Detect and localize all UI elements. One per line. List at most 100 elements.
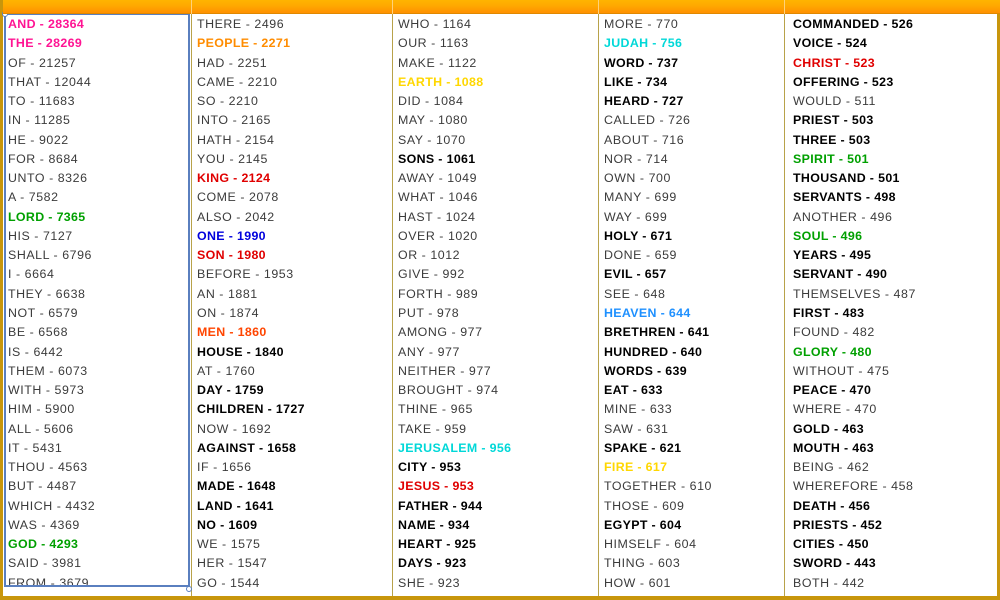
word-entry[interactable]: PUT - 978 bbox=[398, 304, 598, 323]
word-entry[interactable]: TO - 11683 bbox=[8, 92, 191, 111]
word-entry[interactable]: THING - 603 bbox=[604, 554, 784, 573]
column-4[interactable]: MORE - 770 JUDAH - 756 WORD - 737 LIKE - 73… bbox=[599, 14, 785, 596]
word-entry[interactable]: TOOK - 894 bbox=[398, 593, 598, 596]
word-entry[interactable]: THE - 28269 bbox=[8, 34, 191, 53]
word-entry[interactable]: DEATH - 456 bbox=[793, 497, 997, 516]
word-entry[interactable]: IF - 1656 bbox=[197, 458, 392, 477]
word-entry[interactable]: THEM - 6073 bbox=[8, 362, 191, 381]
word-entry[interactable]: NAME - 934 bbox=[398, 516, 598, 535]
word-entry[interactable]: VOICE - 524 bbox=[793, 34, 997, 53]
word-entry[interactable]: WHO - 1164 bbox=[398, 15, 598, 34]
word-entry[interactable]: COME - 2078 bbox=[197, 188, 392, 207]
word-entry[interactable]: SHALL - 6796 bbox=[8, 246, 191, 265]
word-entry[interactable]: OFFERING - 523 bbox=[793, 73, 997, 92]
word-entry[interactable]: WITH - 5973 bbox=[8, 381, 191, 400]
word-entry[interactable]: UNTO - 8326 bbox=[8, 169, 191, 188]
word-entry[interactable]: AGAINST - 1658 bbox=[197, 439, 392, 458]
word-entry[interactable]: SAID - 3981 bbox=[8, 554, 191, 573]
word-entry[interactable]: GIVE - 992 bbox=[398, 265, 598, 284]
word-entry[interactable]: HAVE - 3608 bbox=[8, 593, 191, 596]
word-entry[interactable]: KING - 2124 bbox=[197, 169, 392, 188]
word-entry[interactable]: AND - 28364 bbox=[8, 15, 191, 34]
word-entry[interactable]: SERVANTS - 498 bbox=[793, 188, 997, 207]
word-entry[interactable]: ONE - 1990 bbox=[197, 227, 392, 246]
word-entry[interactable]: THAT - 12044 bbox=[8, 73, 191, 92]
word-entry[interactable]: FOUND - 482 bbox=[793, 323, 997, 342]
word-entry[interactable]: WITHOUT - 475 bbox=[793, 362, 997, 381]
word-entry[interactable]: FIRE - 617 bbox=[604, 458, 784, 477]
word-entry[interactable]: DAY - 1759 bbox=[197, 381, 392, 400]
word-entry[interactable]: EARTH - 1088 bbox=[398, 73, 598, 92]
word-entry[interactable]: BEING - 462 bbox=[793, 458, 997, 477]
word-entry[interactable]: HIS - 7127 bbox=[8, 227, 191, 246]
word-entry[interactable]: THOSE - 609 bbox=[604, 497, 784, 516]
word-entry[interactable]: WAY - 699 bbox=[604, 208, 784, 227]
word-entry[interactable]: HOUSE - 1840 bbox=[197, 343, 392, 362]
word-entry[interactable]: WHERE - 470 bbox=[793, 400, 997, 419]
word-entry[interactable]: BOTH - 442 bbox=[793, 574, 997, 593]
word-entry[interactable]: HIMSELF - 604 bbox=[604, 535, 784, 554]
word-entry[interactable]: CHILDREN - 1727 bbox=[197, 400, 392, 419]
word-entry[interactable]: AN - 1881 bbox=[197, 285, 392, 304]
word-entry[interactable]: HIM - 5900 bbox=[8, 400, 191, 419]
word-entry[interactable]: LORD - 7365 bbox=[8, 208, 191, 227]
word-entry[interactable]: SERVANT - 490 bbox=[793, 265, 997, 284]
word-entry[interactable]: DONE - 659 bbox=[604, 246, 784, 265]
word-entry[interactable]: SO - 2210 bbox=[197, 92, 392, 111]
word-entry[interactable]: HATH - 2154 bbox=[197, 131, 392, 150]
word-entry[interactable]: INTO - 2165 bbox=[197, 111, 392, 130]
word-entry[interactable]: WHAT - 1046 bbox=[398, 188, 598, 207]
word-entry[interactable]: MOUTH - 463 bbox=[793, 439, 997, 458]
word-entry[interactable]: HOLY - 671 bbox=[604, 227, 784, 246]
word-entry[interactable]: WAS - 4369 bbox=[8, 516, 191, 535]
word-entry[interactable]: SIN - 441 bbox=[793, 593, 997, 596]
word-entry[interactable]: LAW - 599 bbox=[604, 593, 784, 596]
word-entry[interactable]: SAY - 1070 bbox=[398, 131, 598, 150]
word-entry[interactable]: NO - 1609 bbox=[197, 516, 392, 535]
word-entry[interactable]: THEY - 6638 bbox=[8, 285, 191, 304]
word-entry[interactable]: OUR - 1163 bbox=[398, 34, 598, 53]
word-entry[interactable]: MAY - 1080 bbox=[398, 111, 598, 130]
word-entry[interactable]: ANOTHER - 496 bbox=[793, 208, 997, 227]
word-entry[interactable]: SONS - 1061 bbox=[398, 150, 598, 169]
word-entry[interactable]: OF - 21257 bbox=[8, 54, 191, 73]
column-5[interactable]: COMMANDED - 526 VOICE - 524 CHRIST - 523 OF… bbox=[785, 14, 997, 596]
word-entry[interactable]: PRIESTS - 452 bbox=[793, 516, 997, 535]
word-entry[interactable]: SHE - 923 bbox=[398, 574, 598, 593]
word-entry[interactable]: BROUGHT - 974 bbox=[398, 381, 598, 400]
word-entry[interactable]: CAME - 2210 bbox=[197, 73, 392, 92]
word-entry[interactable]: COMMANDED - 526 bbox=[793, 15, 997, 34]
word-entry[interactable]: HEARD - 727 bbox=[604, 92, 784, 111]
word-entry[interactable]: HOW - 601 bbox=[604, 574, 784, 593]
word-entry[interactable]: NOR - 714 bbox=[604, 150, 784, 169]
word-entry[interactable]: MINE - 633 bbox=[604, 400, 784, 419]
word-entry[interactable]: IT - 5431 bbox=[8, 439, 191, 458]
word-entry[interactable]: SWORD - 443 bbox=[793, 554, 997, 573]
word-entry[interactable]: WOULD - 511 bbox=[793, 92, 997, 111]
word-entry[interactable]: CHRIST - 523 bbox=[793, 54, 997, 73]
word-entry[interactable]: FOR - 8684 bbox=[8, 150, 191, 169]
word-entry[interactable]: YOU - 2145 bbox=[197, 150, 392, 169]
word-entry[interactable]: THOUSAND - 501 bbox=[793, 169, 997, 188]
word-entry[interactable]: TOGETHER - 610 bbox=[604, 477, 784, 496]
word-entry[interactable]: DAYS - 923 bbox=[398, 554, 598, 573]
word-entry[interactable]: PEOPLE - 2271 bbox=[197, 34, 392, 53]
word-entry[interactable]: HUNDRED - 640 bbox=[604, 343, 784, 362]
word-entry[interactable]: FROM - 3679 bbox=[8, 574, 191, 593]
word-entry[interactable]: OVER - 1020 bbox=[398, 227, 598, 246]
word-entry[interactable]: OR - 1012 bbox=[398, 246, 598, 265]
word-entry[interactable]: WORD - 737 bbox=[604, 54, 784, 73]
word-entry[interactable]: PEACE - 470 bbox=[793, 381, 997, 400]
word-entry[interactable]: THEMSELVES - 487 bbox=[793, 285, 997, 304]
word-entry[interactable]: FIRST - 483 bbox=[793, 304, 997, 323]
word-entry[interactable]: AWAY - 1049 bbox=[398, 169, 598, 188]
word-entry[interactable]: CALLED - 726 bbox=[604, 111, 784, 130]
word-entry[interactable]: WORDS - 639 bbox=[604, 362, 784, 381]
word-entry[interactable]: HAD - 2251 bbox=[197, 54, 392, 73]
word-entry[interactable]: YEARS - 495 bbox=[793, 246, 997, 265]
word-entry[interactable]: MEN - 1860 bbox=[197, 323, 392, 342]
word-entry[interactable]: LAND - 1641 bbox=[197, 497, 392, 516]
word-entry[interactable]: HEART - 925 bbox=[398, 535, 598, 554]
word-entry[interactable]: WE - 1575 bbox=[197, 535, 392, 554]
word-entry[interactable]: ALL - 5606 bbox=[8, 420, 191, 439]
